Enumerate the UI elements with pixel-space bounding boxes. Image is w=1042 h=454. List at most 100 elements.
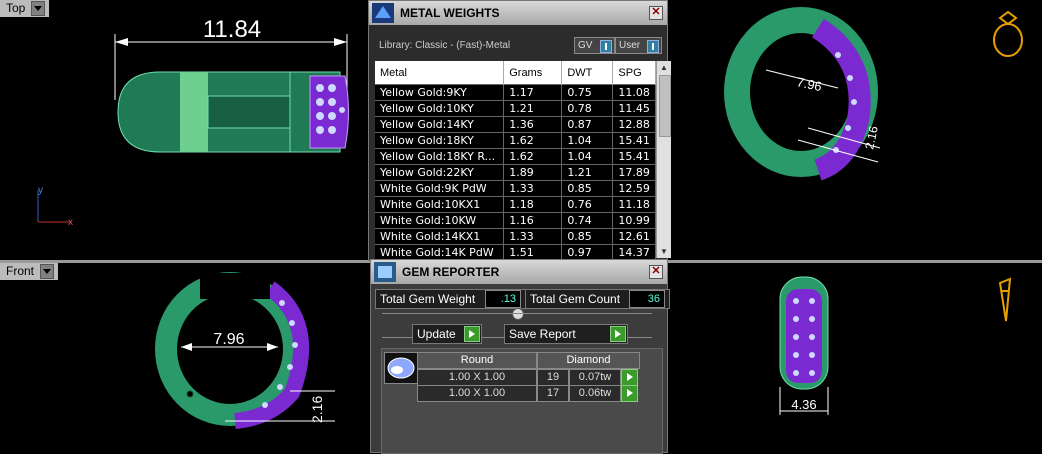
viewport-front[interactable]: Front 7.96 2.16	[0, 263, 368, 451]
user-toggle-label: User	[619, 40, 641, 51]
scroll-down-icon[interactable]: ▼	[660, 247, 668, 256]
metal-weights-titlebar[interactable]: METAL WEIGHTS ✕	[369, 1, 667, 25]
size-slider-knob[interactable]	[512, 308, 524, 320]
gv-toggle[interactable]: GV	[574, 37, 615, 54]
ring-top-view: 11.84 y x	[37, 16, 349, 228]
table-row[interactable]: White Gold:14K PdW 1.51 0.97 14.37	[375, 244, 656, 260]
grams-cell: 1.17	[503, 84, 563, 101]
metal-name-cell: White Gold:10KX1	[375, 196, 505, 213]
gem-shape-header: Round	[417, 352, 537, 369]
viewport-side[interactable]: 4.36	[668, 263, 1042, 451]
ring-front-view: 7.96 2.16	[155, 272, 335, 429]
gem-select-button[interactable]	[621, 369, 638, 386]
spg-cell: 11.18	[612, 196, 656, 213]
dwt-cell: 0.75	[561, 84, 614, 101]
col-header-metal[interactable]: Metal	[375, 61, 505, 85]
metal-table-scrollbar[interactable]: ▲ ▼	[656, 61, 671, 258]
ring-perspective-view: 7.96 2.16	[724, 7, 1023, 181]
table-row[interactable]: Yellow Gold:18KY 1.62 1.04 15.41	[375, 132, 656, 149]
gem-size-cell: 1.00 X 1.00	[417, 369, 537, 386]
gem-reporter-panel: GEM REPORTER ✕ Total Gem Weight .13 Tota…	[370, 259, 670, 454]
app-logo-icon	[372, 3, 394, 23]
metal-weights-panel: METAL WEIGHTS ✕ Library: Classic - (Fast…	[368, 0, 671, 261]
table-row[interactable]: Yellow Gold:9KY 1.17 0.75 11.08	[375, 84, 656, 101]
spg-cell: 14.37	[612, 244, 656, 260]
save-report-button[interactable]: Save Report	[504, 324, 628, 344]
dwt-cell: 1.04	[561, 132, 614, 149]
close-icon[interactable]: ✕	[649, 6, 663, 20]
spg-cell: 15.41	[612, 148, 656, 165]
update-button[interactable]: Update	[412, 324, 482, 344]
spg-cell: 11.45	[612, 100, 656, 117]
gem-reporter-titlebar[interactable]: GEM REPORTER ✕	[371, 260, 667, 284]
spg-cell: 15.41	[612, 132, 656, 149]
toggle-switch-icon	[600, 40, 612, 53]
front-dim-height: 2.16	[309, 396, 325, 423]
side-dim-width: 4.36	[791, 397, 816, 412]
table-row[interactable]: White Gold:9K PdW 1.33 0.85 12.59	[375, 180, 656, 197]
gem-reporter-title: GEM REPORTER	[402, 265, 500, 279]
col-header-dwt[interactable]: DWT	[561, 61, 614, 85]
grams-cell: 1.89	[503, 164, 563, 181]
total-gem-count-value: 36	[629, 290, 665, 308]
gem-reporter-icon	[374, 262, 396, 282]
dwt-cell: 0.78	[561, 100, 614, 117]
metal-name-cell: Yellow Gold:14KY	[375, 116, 505, 133]
table-row[interactable]: Yellow Gold:22KY 1.89 1.21 17.89	[375, 164, 656, 181]
grams-cell: 1.36	[503, 116, 563, 133]
perspective-dim-width: 7.96	[795, 74, 823, 94]
grams-cell: 1.62	[503, 148, 563, 165]
metal-name-cell: Yellow Gold:18KY	[375, 132, 505, 149]
gem-weight-cell: 0.06tw	[569, 385, 621, 402]
col-header-spg[interactable]: SPG	[612, 61, 656, 85]
spg-cell: 12.88	[612, 116, 656, 133]
spg-cell: 11.08	[612, 84, 656, 101]
gem-select-button[interactable]	[621, 385, 638, 402]
grams-cell: 1.33	[503, 228, 563, 245]
metal-weights-title: METAL WEIGHTS	[400, 6, 500, 20]
slider-track-line	[382, 313, 652, 314]
play-arrow-icon	[610, 326, 626, 342]
table-row[interactable]: White Gold:14KX1 1.33 0.85 12.61	[375, 228, 656, 245]
table-row[interactable]: White Gold:10KW 1.16 0.74 10.99	[375, 212, 656, 229]
spg-cell: 10.99	[612, 212, 656, 229]
dwt-cell: 0.76	[561, 196, 614, 213]
round-diamond-icon	[384, 352, 418, 384]
metal-name-cell: Yellow Gold:22KY	[375, 164, 505, 181]
gem-weight-cell: 0.07tw	[569, 369, 621, 386]
dwt-cell: 0.97	[561, 244, 614, 260]
gem-count-cell: 17	[537, 385, 569, 402]
metal-weights-table: Metal Grams DWT SPG Yellow Gold:9KY 1.17 0…	[375, 61, 656, 260]
table-row[interactable]: Yellow Gold:10KY 1.21 0.78 11.45	[375, 100, 656, 117]
table-row[interactable]: Yellow Gold:14KY 1.36 0.87 12.88	[375, 116, 656, 133]
dwt-cell: 1.04	[561, 148, 614, 165]
grams-cell: 1.16	[503, 212, 563, 229]
scroll-up-icon[interactable]: ▲	[660, 63, 668, 72]
gem-type-header: Diamond	[537, 352, 640, 369]
table-row[interactable]: Yellow Gold:18KY R... 1.62 1.04 15.41	[375, 148, 656, 165]
gem-table: Round Diamond 1.00 X 1.00 19 0.07tw 1.00 X …	[381, 348, 663, 454]
total-gem-weight-value: .13	[485, 290, 521, 308]
play-arrow-icon	[464, 326, 480, 342]
table-row[interactable]: White Gold:10KX1 1.18 0.76 11.18	[375, 196, 656, 213]
gem-count-cell: 19	[537, 369, 569, 386]
spg-cell: 12.59	[612, 180, 656, 197]
dwt-cell: 0.87	[561, 116, 614, 133]
axis-y-label: y	[38, 185, 43, 196]
top-dimension-text: 11.84	[203, 16, 261, 43]
viewport-top[interactable]: Top 11.84 y x	[0, 0, 368, 260]
user-toggle[interactable]: User	[615, 37, 662, 54]
grams-cell: 1.51	[503, 244, 563, 260]
metal-name-cell: Yellow Gold:9KY	[375, 84, 505, 101]
update-button-label: Update	[417, 327, 456, 341]
col-header-grams[interactable]: Grams	[503, 61, 563, 85]
metal-name-cell: White Gold:10KW	[375, 212, 505, 229]
metal-name-cell: White Gold:14KX1	[375, 228, 505, 245]
viewport-perspective[interactable]: 7.96 2.16	[668, 0, 1042, 260]
metal-name-cell: White Gold:9K PdW	[375, 180, 505, 197]
metal-name-cell: White Gold:14K PdW	[375, 244, 505, 260]
dwt-cell: 0.85	[561, 228, 614, 245]
scroll-thumb[interactable]	[659, 75, 671, 137]
close-icon[interactable]: ✕	[649, 265, 663, 279]
save-report-button-label: Save Report	[509, 327, 576, 341]
